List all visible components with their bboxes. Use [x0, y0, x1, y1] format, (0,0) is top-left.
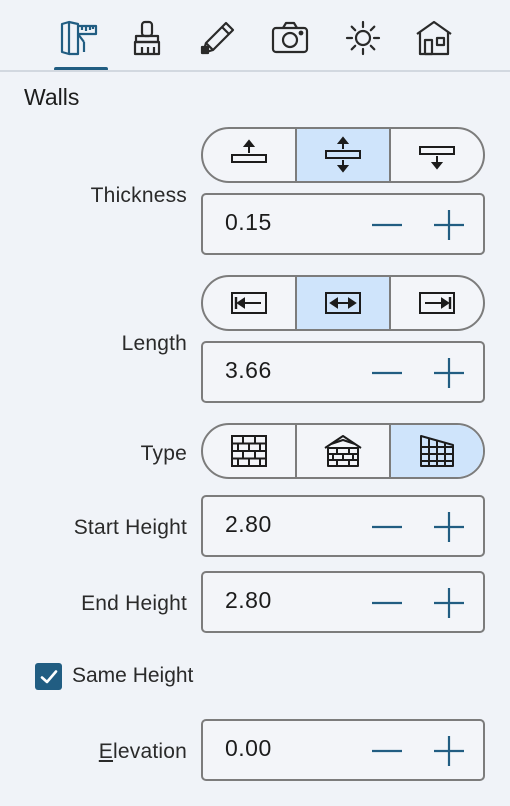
end-height-stepper: 2.80 — [201, 571, 485, 633]
elevation-value[interactable]: 0.00 — [225, 735, 272, 762]
camera-icon — [271, 21, 309, 54]
tab-paint[interactable] — [119, 10, 175, 66]
align-top-icon — [231, 139, 267, 163]
thickness-stepper: 0.15 — [201, 193, 485, 255]
pencil-icon — [200, 21, 235, 55]
wall-type-roof-button[interactable] — [295, 425, 389, 477]
align-bottom-icon — [419, 146, 455, 170]
wall-type-brick-button[interactable] — [203, 425, 295, 477]
start-height-stepper: 2.80 — [201, 495, 485, 557]
end-height-value[interactable]: 2.80 — [225, 587, 272, 614]
plus-icon[interactable] — [431, 585, 467, 621]
thickness-align-center-button[interactable] — [295, 129, 389, 181]
start-height-label: Start Height — [73, 516, 187, 539]
tab-house[interactable] — [406, 10, 462, 66]
arrow-right-icon — [419, 292, 455, 314]
toolbar-divider — [0, 70, 510, 72]
length-alignment-selector — [201, 275, 485, 331]
tab-draw[interactable] — [190, 10, 246, 66]
align-center-icon — [325, 136, 361, 173]
start-height-value[interactable]: 2.80 — [225, 511, 272, 538]
type-label: Type — [140, 442, 187, 465]
brick-wall-icon — [231, 435, 267, 467]
same-height-checkbox[interactable] — [35, 663, 62, 690]
thickness-label: Thickness — [90, 184, 187, 207]
length-label: Length — [121, 332, 187, 355]
thickness-align-bottom-button[interactable] — [389, 129, 483, 181]
elevation-stepper: 0.00 — [201, 719, 485, 781]
thickness-align-top-button[interactable] — [203, 129, 295, 181]
plus-icon[interactable] — [431, 509, 467, 545]
length-align-center-button[interactable] — [295, 277, 389, 329]
paint-brush-icon — [133, 20, 161, 56]
minus-icon[interactable] — [369, 355, 405, 391]
checkmark-icon — [40, 669, 57, 683]
wall-measure-icon — [60, 20, 98, 56]
minus-icon[interactable] — [369, 207, 405, 243]
tab-lighting[interactable] — [335, 10, 391, 66]
wall-type-grid-button[interactable] — [389, 425, 483, 477]
house-icon — [416, 20, 452, 56]
sun-icon — [345, 20, 381, 56]
arrow-left-icon — [231, 292, 267, 314]
plus-icon[interactable] — [431, 355, 467, 391]
top-toolbar — [0, 0, 510, 72]
wall-type-selector — [201, 423, 485, 479]
length-align-left-button[interactable] — [203, 277, 295, 329]
end-height-label: End Height — [81, 592, 187, 615]
minus-icon[interactable] — [369, 585, 405, 621]
elevation-mnemonic: E — [98, 740, 114, 763]
length-align-right-button[interactable] — [389, 277, 483, 329]
elevation-label: Elevation — [99, 740, 187, 764]
thickness-alignment-selector — [201, 127, 485, 183]
grid-wall-icon — [420, 435, 454, 467]
plus-icon[interactable] — [431, 207, 467, 243]
elevation-label-rest: levation — [113, 740, 187, 763]
tab-camera[interactable] — [262, 10, 318, 66]
roof-wall-icon — [324, 435, 362, 467]
length-value[interactable]: 3.66 — [225, 357, 272, 384]
thickness-value[interactable]: 0.15 — [225, 209, 272, 236]
length-stepper: 3.66 — [201, 341, 485, 403]
minus-icon[interactable] — [369, 509, 405, 545]
minus-icon[interactable] — [369, 733, 405, 769]
arrow-both-icon — [325, 292, 361, 314]
plus-icon[interactable] — [431, 733, 467, 769]
same-height-label[interactable]: Same Height — [72, 664, 193, 688]
section-title: Walls — [24, 84, 80, 110]
tab-walls[interactable] — [52, 10, 108, 66]
